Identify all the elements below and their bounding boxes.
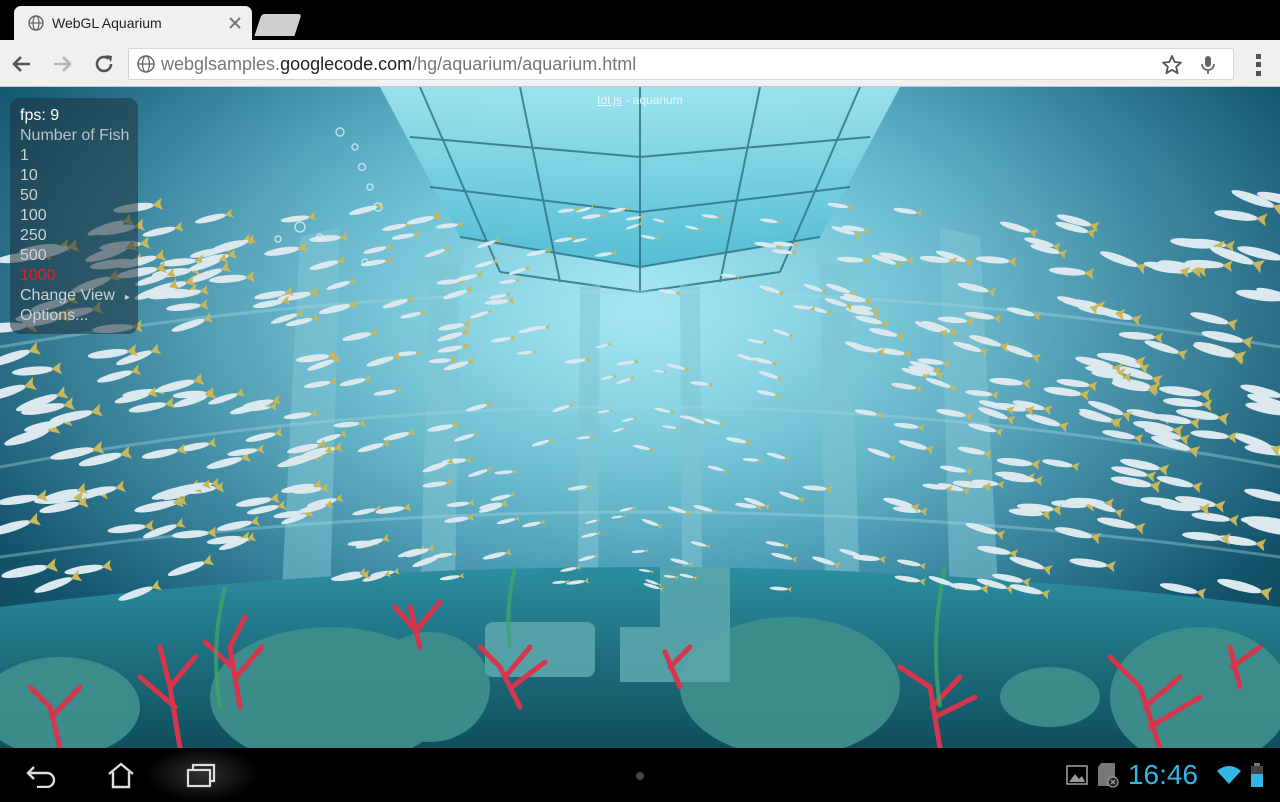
recent-apps-icon[interactable] xyxy=(184,760,218,790)
globe-icon xyxy=(137,55,155,73)
sd-card-icon xyxy=(1096,762,1120,788)
fps-counter: fps: 9 xyxy=(20,107,60,124)
fish-option-10[interactable]: 10 xyxy=(20,166,128,186)
page-caption: tdl.js - aquarium xyxy=(0,93,1280,107)
fish-option-250[interactable]: 250 xyxy=(20,226,128,246)
gallery-icon xyxy=(1066,765,1088,785)
battery-icon xyxy=(1250,762,1264,788)
home-icon[interactable] xyxy=(104,760,138,790)
status-clock: 16:46 xyxy=(1127,759,1198,790)
globe-icon xyxy=(28,15,44,31)
menu-dot-icon xyxy=(636,772,644,780)
browser-tabstrip: WebGL Aquarium xyxy=(0,0,1280,40)
close-icon[interactable] xyxy=(228,16,242,30)
caption-text: - aquarium xyxy=(621,93,683,107)
url-host: googlecode.com xyxy=(280,53,413,74)
status-area[interactable]: 16:46 xyxy=(1058,758,1264,792)
back-arrow-icon[interactable] xyxy=(9,52,33,76)
url-path: /hg/aquarium/aquarium.html xyxy=(412,53,637,74)
reload-icon[interactable] xyxy=(92,52,116,76)
number-of-fish-heading: Number of Fish xyxy=(20,127,130,144)
tab-title: WebGL Aquarium xyxy=(52,15,162,31)
change-view-label: Change View xyxy=(20,287,115,304)
fish-option-1000[interactable]: 1000 xyxy=(20,266,128,286)
back-icon[interactable] xyxy=(24,760,58,790)
menu-icon[interactable] xyxy=(1248,52,1268,78)
expand-arrow-icon: ▸ xyxy=(124,292,130,303)
fish-option-50[interactable]: 50 xyxy=(20,186,128,206)
change-view-button[interactable]: Change View ▸ xyxy=(20,286,130,306)
fish-option-500[interactable]: 500 xyxy=(20,246,128,266)
wifi-icon xyxy=(1216,765,1242,785)
forward-arrow-icon[interactable] xyxy=(51,52,75,76)
star-icon[interactable] xyxy=(1161,54,1183,76)
browser-toolbar: webglsamples.googlecode.com/hg/aquarium/… xyxy=(0,40,1280,87)
fish-option-100[interactable]: 100 xyxy=(20,206,128,226)
address-bar[interactable]: webglsamples.googlecode.com/hg/aquarium/… xyxy=(128,48,1234,80)
aquarium-scene-illustration xyxy=(0,87,1280,748)
fish-control-panel: fps: 9 Number of Fish 1 10 50 100 250 50… xyxy=(10,98,138,334)
new-tab-button[interactable] xyxy=(254,14,302,36)
tdl-link[interactable]: tdl.js xyxy=(597,93,622,107)
options-button[interactable]: Options... xyxy=(20,306,128,326)
system-navigation-bar: 16:46 xyxy=(0,746,1280,802)
microphone-icon[interactable] xyxy=(1197,54,1219,76)
aquarium-canvas[interactable]: tdl.js - aquarium fps: 9 Number of Fish … xyxy=(0,87,1280,748)
fish-option-1[interactable]: 1 xyxy=(20,146,128,166)
browser-tab[interactable]: WebGL Aquarium xyxy=(14,6,252,40)
url-prefix: webglsamples. xyxy=(161,53,281,74)
url-text: webglsamples.googlecode.com/hg/aquarium/… xyxy=(161,54,636,75)
